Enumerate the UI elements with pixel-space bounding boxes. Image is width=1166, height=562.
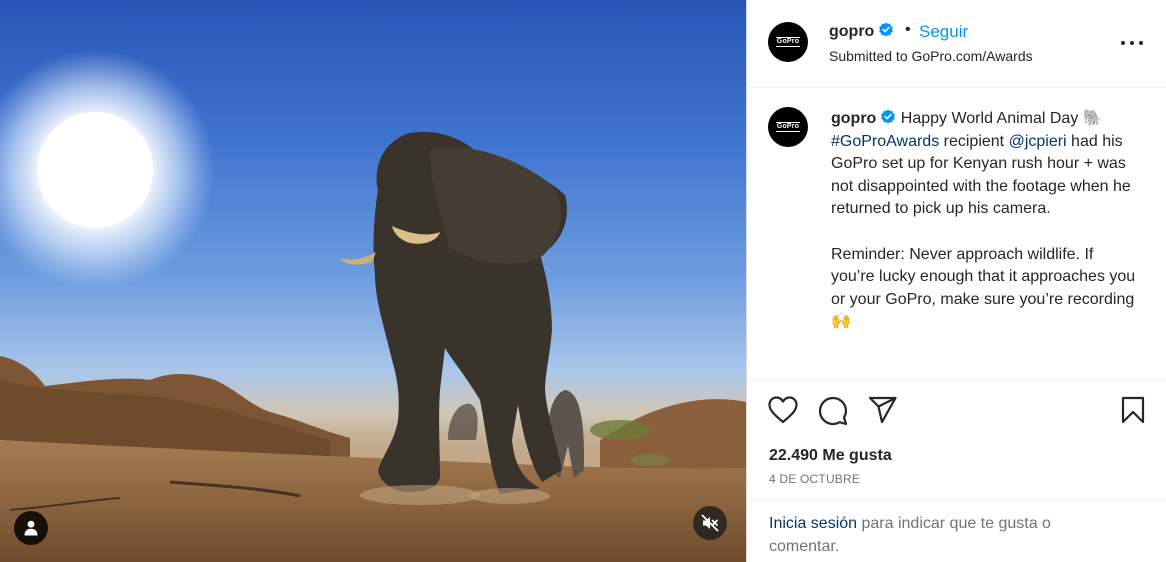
- caption-username[interactable]: gopro: [831, 110, 876, 127]
- comment-button[interactable]: [818, 396, 848, 431]
- post-caption: gopro Happy World Animal Day 🐘 #GoProAwa…: [831, 108, 1141, 334]
- bookmark-icon: [1121, 396, 1145, 424]
- more-options-button[interactable]: [1117, 36, 1147, 50]
- more-dot: [1130, 41, 1134, 45]
- hashtag-link[interactable]: #GoProAwards: [831, 133, 939, 150]
- verified-badge-icon: [881, 109, 896, 124]
- comment-icon: [818, 396, 848, 426]
- post-actions: 22.490 Me gusta 4 DE OCTUBRE Inicia sesi…: [747, 379, 1166, 562]
- login-prompt-text: Inicia sesión para indicar que te gusta …: [769, 513, 1109, 558]
- save-button[interactable]: [1120, 396, 1146, 429]
- login-prompt: Inicia sesión para indicar que te gusta …: [747, 500, 1166, 562]
- video-frame-elephant: [0, 50, 746, 562]
- post-video[interactable]: [0, 0, 746, 562]
- caption-avatar[interactable]: GoPro: [768, 107, 808, 147]
- avatar[interactable]: GoPro: [768, 22, 808, 62]
- gopro-logo: GoPro: [775, 37, 801, 47]
- post-location[interactable]: Submitted to GoPro.com/Awards: [829, 48, 1033, 64]
- username-link[interactable]: gopro: [829, 22, 894, 41]
- caption-text: Happy World Animal Day 🐘: [900, 110, 1103, 127]
- share-icon: [868, 396, 897, 424]
- share-button[interactable]: [868, 396, 898, 429]
- mention-link[interactable]: @jcpieri: [1009, 133, 1067, 150]
- mute-toggle-button[interactable]: [693, 506, 727, 540]
- user-tag-icon: [24, 520, 38, 536]
- login-link[interactable]: Inicia sesión: [769, 515, 857, 532]
- username[interactable]: gopro: [829, 23, 874, 40]
- likes-count[interactable]: 22.490 Me gusta: [769, 447, 892, 465]
- like-button[interactable]: [768, 396, 798, 429]
- caption-text: recipient: [939, 132, 1009, 150]
- post-header: GoPro gopro • Seguir Submitted to GoPro.…: [747, 0, 1166, 88]
- follow-button[interactable]: Seguir: [919, 22, 968, 42]
- caption-text: had his GoPro set up for Kenyan rush hou…: [831, 132, 1136, 331]
- more-dot: [1139, 41, 1143, 45]
- verified-badge-icon: [879, 22, 894, 37]
- user-tag-button[interactable]: [14, 511, 48, 545]
- post-side-panel: GoPro gopro • Seguir Submitted to GoPro.…: [746, 0, 1166, 562]
- heart-icon: [768, 396, 798, 424]
- gopro-logo: GoPro: [775, 122, 801, 132]
- caption-section: GoPro gopro Happy World Animal Day 🐘 #Go…: [747, 89, 1166, 379]
- volume-muted-icon: [701, 514, 719, 532]
- more-dot: [1121, 41, 1125, 45]
- separator-dot: •: [905, 21, 911, 38]
- post-date: 4 DE OCTUBRE: [769, 472, 861, 486]
